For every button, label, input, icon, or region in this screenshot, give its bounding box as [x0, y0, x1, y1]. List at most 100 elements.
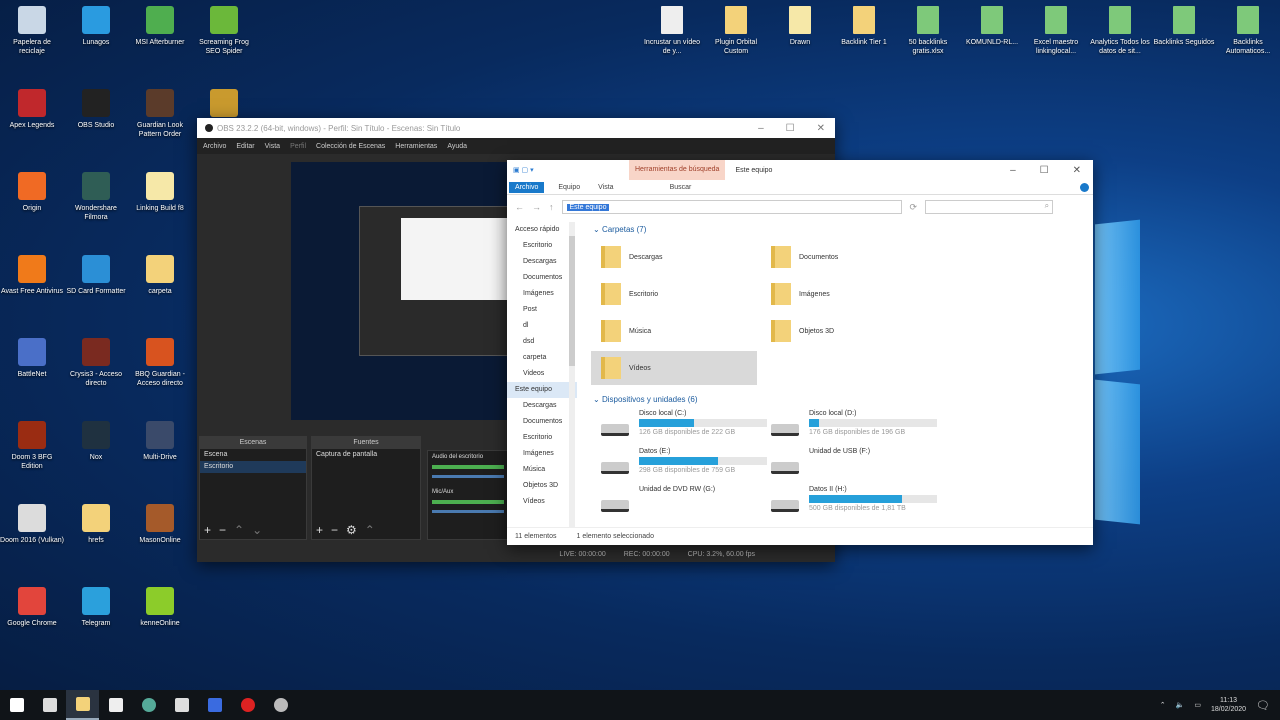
- nav-item[interactable]: Escritorio: [507, 238, 577, 254]
- folders-header[interactable]: ⌄ Carpetas (7): [585, 222, 1093, 238]
- desktop-icon[interactable]: 50 backlinks gratis.xlsx: [896, 2, 960, 56]
- minimize-button[interactable]: –: [1010, 165, 1016, 176]
- network-icon[interactable]: ⌃: [1160, 701, 1166, 709]
- volume-icon[interactable]: 🔈: [1176, 701, 1185, 709]
- remove-scene-button[interactable]: −: [219, 523, 226, 537]
- desktop-icon[interactable]: Drawn: [768, 2, 832, 47]
- mic-volume-slider[interactable]: [432, 510, 504, 513]
- menu-ayuda[interactable]: Ayuda: [447, 143, 467, 150]
- clock[interactable]: 11:13 18/02/2020: [1211, 696, 1246, 714]
- desktop-icon[interactable]: Multi-Drive: [128, 417, 192, 462]
- close-button[interactable]: ✕: [1073, 165, 1081, 176]
- desktop-icon[interactable]: carpeta: [128, 251, 192, 296]
- desktop-icon[interactable]: BBQ Guardian - Acceso directo: [128, 334, 192, 388]
- context-tab-search-tools[interactable]: Herramientas de búsqueda: [629, 160, 726, 180]
- desktop-icon[interactable]: SD Card Formatter: [64, 251, 128, 296]
- keyboard-icon[interactable]: ▭: [1194, 701, 1201, 709]
- desktop-icon[interactable]: KOMUNLD-RL...: [960, 2, 1024, 47]
- desktop-icon[interactable]: Plugin Orbital Custom: [704, 2, 768, 56]
- desktop-icon[interactable]: Backlinks Automaticos...: [1216, 2, 1280, 56]
- taskbar-task-view-button[interactable]: [33, 690, 66, 720]
- taskbar-chrome-button[interactable]: [132, 690, 165, 720]
- taskbar-store-button[interactable]: [99, 690, 132, 720]
- nav-item[interactable]: Este equipo: [507, 382, 577, 398]
- drives-header[interactable]: ⌄ Dispositivos y unidades (6): [585, 392, 698, 408]
- desktop-icon[interactable]: MasonOnline: [128, 500, 192, 545]
- taskbar-remote-desktop-button[interactable]: [198, 690, 231, 720]
- move-down-button[interactable]: ⌄: [252, 523, 262, 537]
- folder-item[interactable]: Descargas: [591, 240, 757, 274]
- menu-editar[interactable]: Editar: [236, 143, 254, 150]
- nav-item[interactable]: Descargas: [507, 398, 577, 414]
- nav-item[interactable]: Vídeos: [507, 494, 577, 510]
- menu-coleccion-escenas[interactable]: Colección de Escenas: [316, 143, 385, 150]
- drive-item[interactable]: Datos (E:) 298 GB disponibles de 759 GB: [597, 448, 767, 484]
- help-icon[interactable]: [1080, 182, 1089, 192]
- nav-item[interactable]: Música: [507, 462, 577, 478]
- nav-item[interactable]: Imágenes: [507, 446, 577, 462]
- folder-item[interactable]: Vídeos: [591, 351, 757, 385]
- nav-item[interactable]: Acceso rápido: [507, 222, 577, 238]
- taskbar-start-button[interactable]: [0, 690, 33, 720]
- notifications-icon[interactable]: 🗨: [1256, 699, 1270, 712]
- drive-item[interactable]: Unidad de DVD RW (G:): [597, 486, 767, 522]
- desktop-icon[interactable]: Lunagos: [64, 2, 128, 47]
- nav-item[interactable]: Documentos: [507, 414, 577, 430]
- desktop-icon[interactable]: Wondershare Filmora: [64, 168, 128, 222]
- nav-scrollbar[interactable]: [569, 222, 575, 527]
- search-input[interactable]: ⌕: [925, 200, 1054, 214]
- add-source-button[interactable]: +: [316, 523, 323, 537]
- back-button[interactable]: ←: [515, 202, 524, 212]
- desktop-icon[interactable]: Backlink Tier 1: [832, 2, 896, 47]
- desktop-icon[interactable]: Crysis3 - Acceso directo: [64, 334, 128, 388]
- menu-perfil[interactable]: Perfil: [290, 143, 306, 150]
- desktop-icon[interactable]: hrefs: [64, 500, 128, 545]
- drive-item[interactable]: Datos II (H:) 500 GB disponibles de 1,81 …: [767, 486, 937, 522]
- obs-preview[interactable]: [291, 162, 509, 420]
- desktop-icon[interactable]: BattleNet: [0, 334, 64, 379]
- close-button[interactable]: ✕: [817, 123, 825, 134]
- taskbar-obs-button[interactable]: [264, 690, 297, 720]
- address-bar[interactable]: Este equipo: [561, 200, 902, 214]
- tab-buscar[interactable]: Buscar: [670, 184, 692, 191]
- maximize-button[interactable]: ☐: [1040, 165, 1049, 176]
- folder-item[interactable]: Música: [591, 314, 757, 348]
- desktop-icon[interactable]: Papelera de reciclaje: [0, 2, 64, 56]
- nav-item[interactable]: Escritorio: [507, 430, 577, 446]
- desktop-icon[interactable]: Linking Build f8: [128, 168, 192, 213]
- refresh-icon[interactable]: ⟳: [910, 202, 918, 213]
- desktop-icon[interactable]: Telegram: [64, 583, 128, 628]
- taskbar-opera-button[interactable]: [231, 690, 264, 720]
- desktop-icon[interactable]: Origin: [0, 168, 64, 213]
- tab-equipo[interactable]: Equipo: [558, 184, 580, 191]
- desktop-icon[interactable]: Doom 3 BFG Edition: [0, 417, 64, 471]
- desktop-icon[interactable]: Screaming Frog SEO Spider: [192, 2, 256, 56]
- desktop-icon[interactable]: Guardian Look Pattern Order: [128, 85, 192, 139]
- desktop-icon[interactable]: Doom 2016 (Vulkan): [0, 500, 64, 545]
- scene-item[interactable]: Escena: [200, 449, 306, 461]
- add-scene-button[interactable]: +: [204, 523, 211, 537]
- desktop-icon[interactable]: Analytics Todos los datos de sit...: [1088, 2, 1152, 56]
- menu-archivo[interactable]: Archivo: [203, 143, 226, 150]
- source-item[interactable]: Captura de pantalla: [312, 449, 420, 461]
- folder-item[interactable]: Escritorio: [591, 277, 757, 311]
- gear-icon[interactable]: ⚙: [346, 523, 357, 537]
- maximize-button[interactable]: ☐: [786, 123, 795, 134]
- desktop-icon[interactable]: Apex Legends: [0, 85, 64, 130]
- nav-item[interactable]: dsd: [507, 334, 577, 350]
- nav-item[interactable]: dl: [507, 318, 577, 334]
- taskbar-file-explorer-button[interactable]: [66, 690, 99, 720]
- desktop-icon[interactable]: Avast Free Antivirus: [0, 251, 64, 296]
- folder-item[interactable]: Objetos 3D: [761, 314, 927, 348]
- remove-source-button[interactable]: −: [331, 523, 338, 537]
- taskbar-screaming-frog-button[interactable]: [165, 690, 198, 720]
- drive-item[interactable]: Unidad de USB (F:): [767, 448, 937, 484]
- desktop-icon[interactable]: Incrustar un vídeo de y...: [640, 2, 704, 56]
- move-up-button[interactable]: ⌃: [365, 523, 375, 537]
- folder-item[interactable]: Imágenes: [761, 277, 927, 311]
- forward-button[interactable]: →: [532, 202, 541, 212]
- desktop-volume-slider[interactable]: [432, 475, 504, 478]
- menu-herramientas[interactable]: Herramientas: [395, 143, 437, 150]
- quick-access-toolbar-icon[interactable]: ▣ ▢ ▾: [513, 166, 553, 174]
- menu-vista[interactable]: Vista: [265, 143, 280, 150]
